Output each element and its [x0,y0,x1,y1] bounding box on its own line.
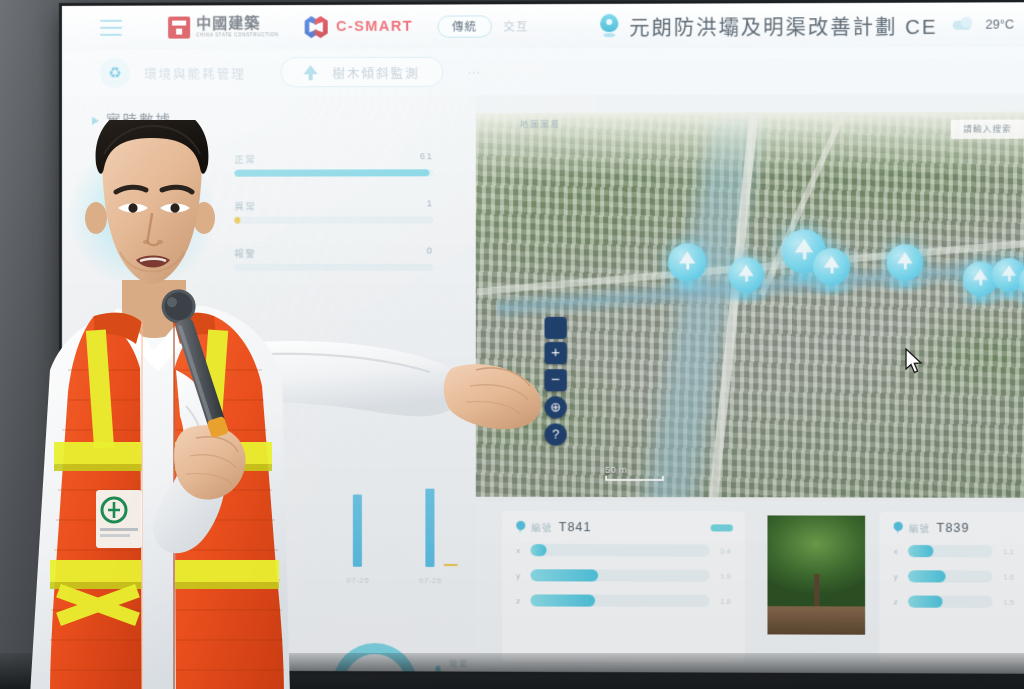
sub-navigation: ♻ 環境與能耗管理 樹木傾斜監測 ⋯ [62,46,1024,96]
axis-row: x 1.1 [893,545,1015,558]
axis-value: 1.1 [1003,546,1015,556]
csmart-wordmark: C-SMART [335,18,414,36]
tree-marker-icon[interactable] [807,248,856,297]
device-card-t839[interactable]: 編號 T839 x 1.1 y 1.6 z 1.5 [879,511,1024,664]
axis-value: 1.5 [1003,597,1015,607]
axis-label: z [893,596,898,607]
tree-marker-icon[interactable] [880,244,930,293]
app-header: 中國建築 CHINA STATE CONSTRUCTION C-SMART 傳統… [62,2,1024,50]
card-label: 編號 [908,523,931,534]
brand-name-cn: 中國建築 [196,15,261,33]
axis-fill [907,545,934,558]
axis-fill [907,570,946,583]
recycle-icon[interactable]: ♻ [100,57,131,88]
mode-traditional-button[interactable]: 傳統 [437,15,492,38]
tree-icon [303,65,318,80]
tree-marker-icon[interactable] [661,243,713,294]
axis-row: z 1.5 [893,595,1015,608]
view-mode-toggle[interactable]: 傳統 交互 [437,15,540,38]
map-scale-text: 50 m [605,464,628,475]
map-scale-bar: 50 m [605,465,664,481]
csmart-logo[interactable]: C-SMART [305,15,413,39]
axis-value: 1.6 [1003,572,1015,582]
room-background: 中國建築 CHINA STATE CONSTRUCTION C-SMART 傳統… [0,0,1024,689]
axis-label: x [893,546,898,556]
axis-track [530,569,710,582]
csc-mark-icon [168,16,191,39]
map-scale-line [605,475,664,481]
axis-track [530,544,710,557]
china-state-construction-logo: 中國建築 CHINA STATE CONSTRUCTION [168,15,279,39]
axis-fill [907,595,943,608]
mode-interactive-button[interactable]: 交互 [492,15,540,37]
axis-track [907,595,993,608]
tree-photo[interactable] [767,515,866,635]
map-panel[interactable]: 地圖圖層 請輸入搜索 + − ⊕ ? 50 m [475,111,1024,498]
tree-marker-icon[interactable] [722,257,770,304]
axis-value: 1.8 [720,596,731,606]
status-badge [710,523,733,531]
map-search-input[interactable]: 請輸入搜索 [950,119,1024,139]
axis-value: 1.9 [720,571,731,581]
axis-track [907,570,993,583]
axis-track [530,594,710,608]
subnav-chip-tree-tilt[interactable]: 樹木傾斜監測 [279,56,444,88]
page-title-text: 元朗防洪壩及明渠改善計劃 CE [629,16,938,40]
device-cards-panel: 編號 T841 x 0.4 y 1.9 z 1.8 編號 T839 x 1.1 … [475,500,1024,674]
subnav-item-environment[interactable]: 環境與能耗管理 [144,63,246,82]
temperature-text: 29°C [985,17,1015,32]
mouse-pointer-icon [905,348,923,374]
card-header: 編號 T839 [879,512,1024,536]
csmart-mark-icon [305,15,329,39]
subnav-more-button[interactable]: ⋯ [467,64,480,79]
card-device-id: T841 [558,520,592,535]
hamburger-menu-icon[interactable] [100,19,123,36]
card-device-id: T839 [936,520,970,536]
tree-marker-icon[interactable] [1013,264,1024,309]
axis-label: y [893,571,898,581]
location-pin-icon [894,522,903,534]
presenter-person: CH [30,120,542,689]
cloud-icon [951,17,978,33]
page-title: 元朗防洪壩及明渠改善計劃 CE [599,10,938,40]
axis-value: 0.4 [720,546,731,556]
location-pin-icon [599,13,619,38]
card-axis-rows: x 1.1 y 1.6 z 1.5 [879,535,1024,608]
weather-widget: 29°C [951,16,1015,33]
brand-name-en: CHINA STATE CONSTRUCTION [196,32,279,38]
axis-track [907,545,993,558]
axis-row: y 1.6 [893,570,1015,583]
subnav-chip-label: 樹木傾斜監測 [332,66,420,81]
